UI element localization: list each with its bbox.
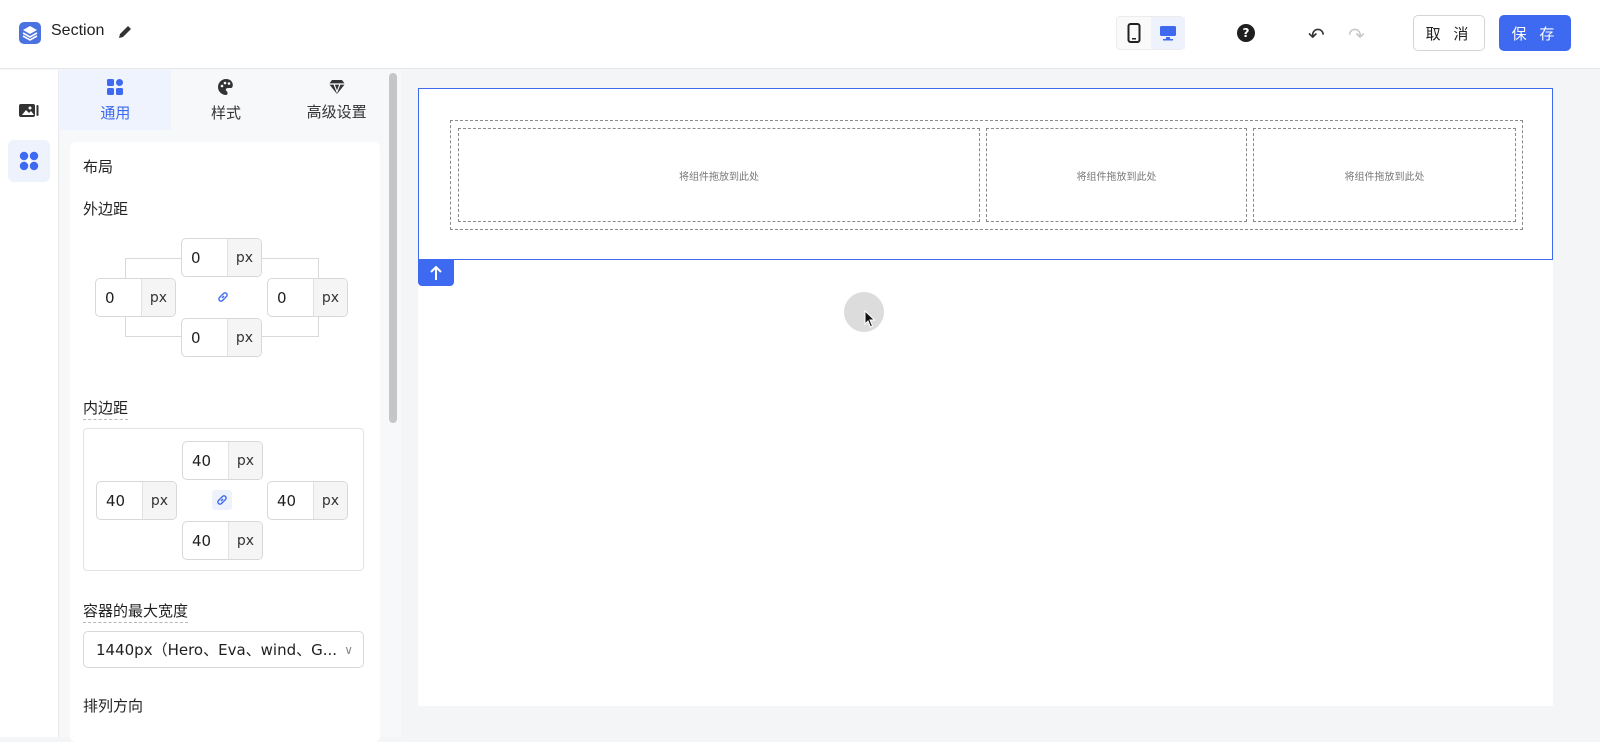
tab-style[interactable]: 样式 — [171, 70, 282, 130]
max-width-value: 1440px（Hero、Eva、wind、G... — [96, 641, 338, 659]
tab-general[interactable]: 通用 — [60, 70, 171, 130]
margin-right-unit: px — [313, 279, 347, 316]
margin-label: 外边距 — [83, 200, 129, 218]
editor-canvas[interactable]: 将组件拖放到此处 将组件拖放到此处 将组件拖放到此处 — [418, 88, 1553, 706]
padding-top-value[interactable]: 40 — [183, 442, 228, 479]
panel-scrollbar[interactable] — [389, 73, 397, 423]
margin-right-value[interactable]: 0 — [268, 279, 313, 316]
padding-right-value[interactable]: 40 — [268, 482, 313, 519]
tab-general-label: 通用 — [100, 103, 131, 122]
move-up-button[interactable] — [418, 260, 454, 286]
margin-top-value[interactable]: 0 — [182, 239, 227, 276]
mobile-view-button[interactable] — [1117, 17, 1151, 49]
palette-icon — [218, 78, 233, 95]
padding-top-unit: px — [228, 442, 262, 479]
margin-left-field[interactable]: 0 px — [95, 278, 176, 317]
dropzone-column-1[interactable]: 将组件拖放到此处 — [458, 128, 980, 222]
padding-bottom-unit: px — [228, 522, 262, 559]
margin-top-field[interactable]: 0 px — [181, 238, 262, 277]
padding-top-field[interactable]: 40 px — [182, 441, 263, 480]
components-icon — [19, 151, 39, 171]
tab-style-label: 样式 — [211, 103, 242, 122]
desktop-icon — [1160, 26, 1176, 41]
margin-left-unit: px — [141, 279, 175, 316]
layers-logo-icon — [19, 22, 41, 44]
padding-link-icon[interactable] — [212, 490, 232, 510]
margin-top-unit: px — [227, 239, 261, 276]
save-button[interactable]: 保 存 — [1499, 15, 1571, 51]
padding-left-value[interactable]: 40 — [97, 482, 142, 519]
page-title: Section — [51, 22, 105, 39]
padding-left-unit: px — [142, 482, 176, 519]
image-icon — [19, 104, 39, 117]
undo-icon[interactable]: ↶ — [1308, 23, 1325, 47]
left-rail — [0, 70, 59, 737]
tab-advanced[interactable]: 高级设置 — [281, 70, 392, 130]
padding-bottom-value[interactable]: 40 — [183, 522, 228, 559]
chevron-down-icon: ∨ — [344, 643, 353, 657]
layout-heading: 布局 — [83, 158, 114, 176]
dropzone-column-3[interactable]: 将组件拖放到此处 — [1253, 128, 1516, 222]
arrow-up-icon — [430, 265, 442, 280]
components-button[interactable] — [8, 140, 50, 182]
layout-card: 布局 外边距 0 px 0 px 0 px 0 px 内边距 40 px 40 … — [70, 142, 380, 742]
desktop-view-button[interactable] — [1151, 17, 1185, 49]
padding-right-field[interactable]: 40 px — [267, 481, 348, 520]
padding-left-field[interactable]: 40 px — [96, 481, 177, 520]
dropzone-column-2[interactable]: 将组件拖放到此处 — [986, 128, 1247, 222]
margin-right-field[interactable]: 0 px — [267, 278, 348, 317]
settings-tabs: 通用 样式 高级设置 — [60, 70, 392, 130]
grid-icon — [107, 78, 124, 95]
edit-pencil-icon[interactable] — [117, 24, 133, 40]
max-width-select[interactable]: 1440px（Hero、Eva、wind、G... ∨ — [83, 631, 364, 668]
margin-bottom-value[interactable]: 0 — [182, 319, 227, 356]
padding-label: 内边距 — [83, 397, 129, 420]
top-bar: Section ? ↶ ↷ 取 消 保 存 — [0, 0, 1600, 69]
columns-row[interactable]: 将组件拖放到此处 将组件拖放到此处 将组件拖放到此处 — [450, 120, 1523, 230]
max-width-label: 容器的最大宽度 — [83, 600, 189, 623]
margin-bottom-unit: px — [227, 319, 261, 356]
tab-advanced-label: 高级设置 — [306, 102, 367, 121]
cancel-button[interactable]: 取 消 — [1413, 15, 1485, 51]
margin-link-icon[interactable] — [213, 287, 233, 307]
settings-panel: 通用 样式 高级设置 布局 外边距 0 px 0 px 0 px 0 px 内边… — [60, 70, 401, 742]
diamond-icon — [328, 79, 345, 94]
device-switcher — [1116, 16, 1185, 50]
mobile-icon — [1127, 23, 1141, 43]
help-icon[interactable]: ? — [1237, 24, 1255, 42]
mouse-cursor-icon — [864, 309, 876, 332]
redo-icon[interactable]: ↷ — [1348, 23, 1365, 47]
margin-bottom-field[interactable]: 0 px — [181, 318, 262, 357]
margin-left-value[interactable]: 0 — [96, 279, 141, 316]
selected-section[interactable]: 将组件拖放到此处 将组件拖放到此处 将组件拖放到此处 — [418, 88, 1553, 260]
padding-right-unit: px — [313, 482, 347, 519]
padding-bottom-field[interactable]: 40 px — [182, 521, 263, 560]
media-library-button[interactable] — [8, 90, 50, 132]
direction-label: 排列方向 — [83, 697, 144, 715]
